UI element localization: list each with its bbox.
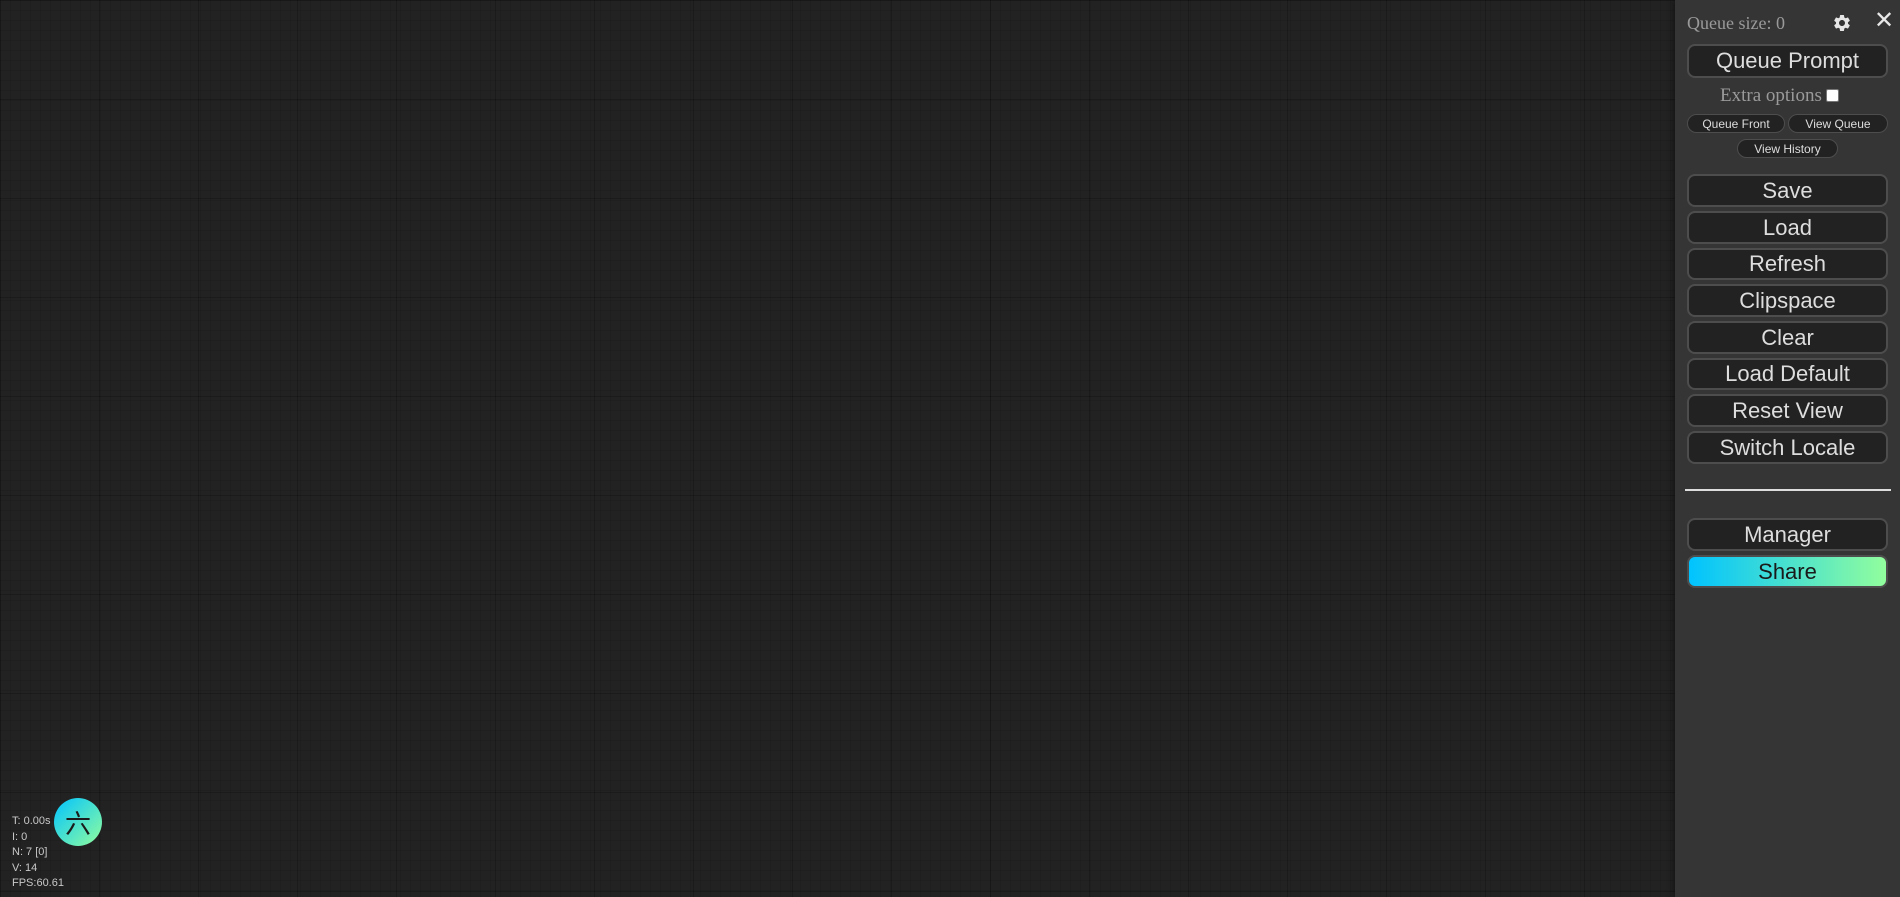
extra-options: Extra options [1720,85,1839,107]
badge-glyph: 六 [64,809,91,840]
stat-nodes: N: 7 [0] [12,846,48,858]
view-queue-button[interactable]: View Queue [1788,114,1888,133]
switch-locale-button[interactable]: Switch Locale [1687,431,1888,464]
floating-badge-button[interactable]: 六 [54,798,102,846]
side-menu: Queue size: 0 ✕ Queue Prompt Extra optio… [1675,0,1900,897]
refresh-button[interactable]: Refresh [1687,248,1888,280]
load-button[interactable]: Load [1687,211,1888,244]
manager-button[interactable]: Manager [1687,518,1888,551]
close-icon[interactable]: ✕ [1874,6,1894,34]
share-button[interactable]: Share [1687,555,1888,588]
menu-divider [1685,489,1891,491]
extra-options-label: Extra options [1720,85,1822,106]
graph-canvas[interactable]: T: 0.00s I: 0 N: 7 [0] V: 14 FPS:60.61 六 [0,0,1675,897]
queue-size-label: Queue size: 0 [1687,13,1785,33]
reset-view-button[interactable]: Reset View [1687,394,1888,427]
queue-prompt-button[interactable]: Queue Prompt [1687,44,1888,78]
clear-button[interactable]: Clear [1687,321,1888,354]
stat-fps: FPS:60.61 [12,877,64,889]
stat-v: V: 14 [12,861,38,874]
clipspace-button[interactable]: Clipspace [1687,284,1888,317]
save-button[interactable]: Save [1687,174,1888,207]
gear-icon[interactable] [1832,13,1852,33]
queue-front-button[interactable]: Queue Front [1687,114,1785,133]
load-default-button[interactable]: Load Default [1687,358,1888,390]
view-history-button[interactable]: View History [1737,139,1838,158]
extra-options-checkbox[interactable] [1825,88,1839,102]
